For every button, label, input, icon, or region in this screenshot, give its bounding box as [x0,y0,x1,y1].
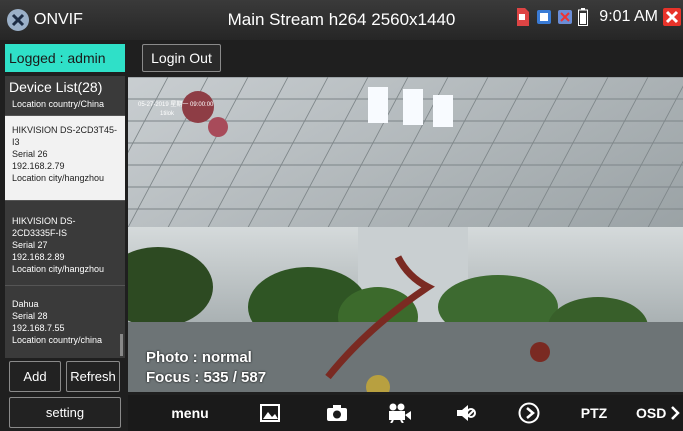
refresh-button[interactable]: Refresh [66,361,120,392]
play-icon[interactable] [516,401,542,425]
list-item-selected[interactable]: HIKVISION DS-2CD3T45-I3 Serial 26 192.16… [5,116,125,201]
ptz-button[interactable]: PTZ [576,401,612,425]
scrollbar[interactable] [120,334,123,356]
device-serial: Serial 28 [12,311,48,321]
add-button[interactable]: Add [9,361,61,392]
bottom-toolbar: menu PTZ OSD [128,395,683,431]
video-preview[interactable]: 05-27-2019 星期一 09:00:00 1tilok Photo : n… [128,77,683,392]
osd-label: OSD [636,405,667,421]
osd-timestamp: 05-27-2019 星期一 09:00:00 [138,102,214,108]
list-item[interactable]: Dahua Serial 28 192.168.7.55 Location co… [5,286,125,351]
video-record-icon[interactable] [386,401,414,425]
device-serial: Serial 27 [12,240,48,250]
status-bar: 9:01 AM [515,8,681,26]
focus-value: Focus : 535 / 587 [146,369,267,386]
title-bar: ONVIF Main Stream h264 2560x1440 9:01 AM [0,0,683,40]
clock: 9:01 AM [599,8,658,25]
osd-button[interactable]: OSD [636,401,670,425]
device-location: Location city/hangzhou [12,173,105,183]
login-status: Logged : admin [5,44,125,72]
warning-icon [557,8,573,26]
device-ip: 192.168.2.79 [12,161,65,171]
setting-button[interactable]: setting [9,397,121,428]
device-location: Location city/hangzhou [12,264,105,274]
device-location: Location country/China [12,99,105,109]
camera-icon[interactable] [325,401,349,425]
list-item-partial[interactable]: Location country/China [5,98,125,116]
device-ip: 192.168.7.55 [12,323,65,333]
logout-button[interactable]: Login Out [142,44,221,72]
device-ip: 192.168.2.89 [12,252,65,262]
notification-icon [536,8,552,26]
sd-card-icon [515,8,531,26]
chevron-right-icon[interactable] [669,401,681,425]
gallery-icon[interactable] [258,401,282,425]
photo-status: Photo : normal [146,349,252,366]
osd-label: 1tilok [160,111,175,117]
device-list: Device List(28) Location country/China H… [5,76,125,358]
camera-feed-image [128,77,683,392]
device-name: Dahua [12,299,39,309]
device-location: Location country/china [12,335,103,345]
battery-icon [578,8,594,26]
menu-button[interactable]: menu [170,401,210,425]
close-icon[interactable] [663,8,681,26]
device-name: HIKVISION DS-2CD3T45-I3 [12,125,118,147]
mute-icon[interactable] [453,401,479,425]
device-name: HIKVISION DS-2CD3335F-IS [12,216,76,238]
device-serial: Serial 26 [12,149,48,159]
list-item[interactable]: HIKVISION DS-2CD3335F-IS Serial 27 192.1… [5,201,125,286]
device-list-header: Device List(28) [9,79,103,95]
